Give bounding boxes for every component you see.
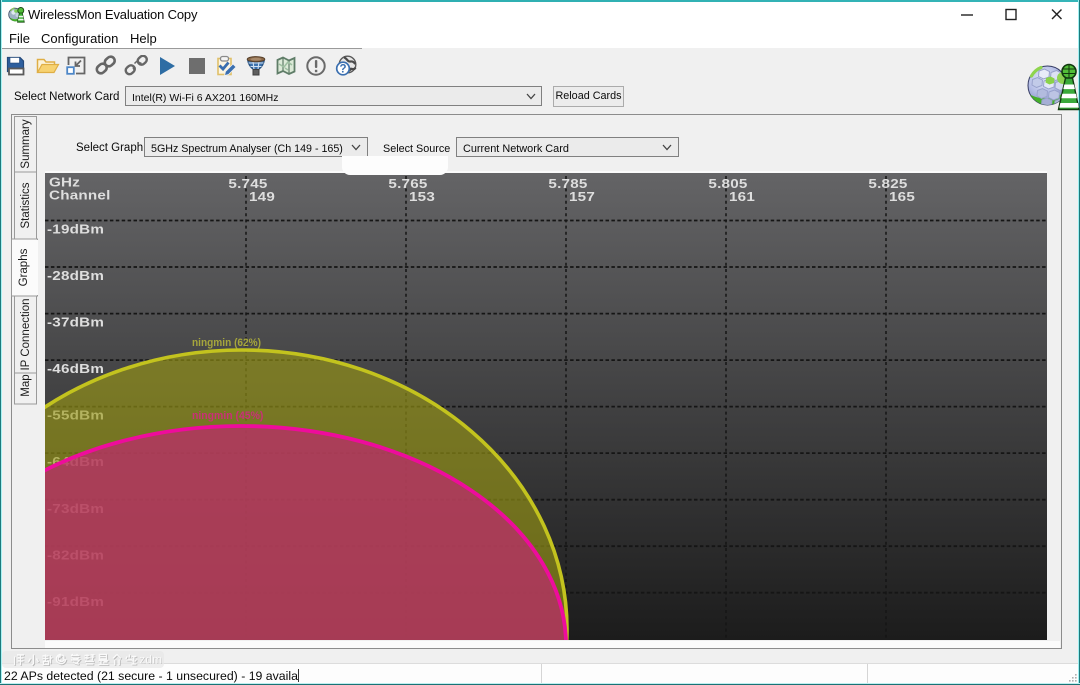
- svg-text:-19dBm: -19dBm: [47, 222, 104, 237]
- svg-text:Map: Map: [20, 374, 32, 396]
- svg-text:Summary: Summary: [20, 119, 32, 168]
- svg-text:Graphs: Graphs: [18, 248, 30, 286]
- svg-text:Statistics: Statistics: [20, 182, 32, 228]
- svg-text:-37dBm: -37dBm: [47, 315, 104, 330]
- svg-text:ningmin (45%): ningmin (45%): [192, 410, 264, 422]
- svg-text:IP Connection: IP Connection: [20, 298, 32, 370]
- svg-text:ningmin (62%): ningmin (62%): [192, 337, 261, 349]
- svg-text:153: 153: [409, 189, 435, 204]
- svg-text:149: 149: [249, 189, 275, 204]
- svg-text:zdm: zdm: [139, 652, 162, 666]
- svg-text:?: ?: [339, 64, 346, 76]
- svg-text:Channel: Channel: [49, 188, 111, 203]
- svg-text:165: 165: [889, 189, 915, 204]
- svg-text:-28dBm: -28dBm: [47, 268, 104, 283]
- svg-text:-46dBm: -46dBm: [47, 361, 104, 376]
- svg-text:157: 157: [569, 189, 595, 204]
- svg-text:161: 161: [729, 189, 755, 204]
